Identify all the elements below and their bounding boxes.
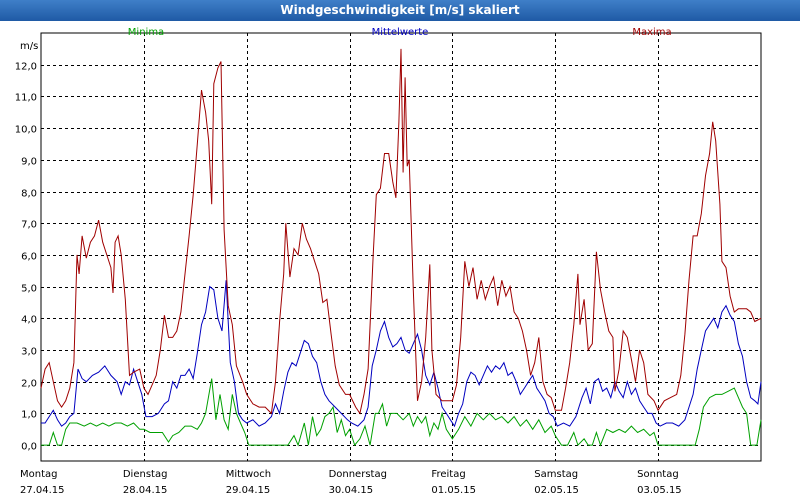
- window-title: Windgeschwindigkeit [m/s] skaliert: [280, 3, 520, 17]
- y-tick-label: 12,0: [15, 62, 37, 73]
- y-tick-label: 6,0: [21, 252, 37, 263]
- y-tick-label: 9,0: [21, 157, 37, 168]
- x-tick-day-label: Mittwoch: [226, 469, 271, 480]
- plot-frame: [40, 32, 762, 462]
- y-tick-label: 7,0: [21, 220, 37, 231]
- y-axis-label: m/s: [20, 41, 38, 52]
- legend-maxima: Maxima: [632, 27, 671, 38]
- y-tick-label: 2,0: [21, 379, 37, 390]
- y-tick-label: 0,0: [21, 442, 37, 453]
- series-line-minima: [41, 378, 762, 447]
- window-title-bar: Windgeschwindigkeit [m/s] skaliert: [0, 0, 800, 21]
- y-tick-label: 5,0: [21, 284, 37, 295]
- wind-speed-chart: 0,0 1,0 2,0 3,0 4,0 5,0 6,0 7,0 8,0 9,0 10,0 11,0 12…: [15, 27, 762, 496]
- legend-mittelwerte: Mittelwerte: [372, 27, 429, 38]
- x-tick-day-label: Dienstag: [123, 469, 168, 480]
- x-tick-date-label: 01.05.15: [431, 485, 476, 496]
- series-line-maxima: [40, 48, 762, 415]
- x-tick-date-label: 29.04.15: [226, 485, 271, 496]
- chart-area: 0,0 1,0 2,0 3,0 4,0 5,0 6,0 7,0 8,0 9,0 10,0 11,0 12…: [0, 21, 800, 500]
- y-tick-label: 11,0: [15, 93, 37, 104]
- x-tick-date-label: 03.05.15: [637, 485, 682, 496]
- x-tick-day-label: Samstag: [534, 469, 578, 480]
- y-tick-label: 3,0: [21, 347, 37, 358]
- x-tick-date-label: 30.04.15: [329, 485, 374, 496]
- x-tick-day-label: Freitag: [431, 469, 465, 480]
- y-tick-label: 10,0: [15, 125, 37, 136]
- y-tick-label: 1,0: [21, 410, 37, 421]
- x-tick-day-label: Donnerstag: [329, 469, 387, 480]
- x-tick-date-label: 28.04.15: [123, 485, 168, 496]
- x-tick-day-label: Montag: [20, 469, 57, 480]
- x-tick-day-label: Sonntag: [637, 469, 679, 480]
- x-tick-date-label: 02.05.15: [534, 485, 579, 496]
- y-tick-label: 8,0: [21, 189, 37, 200]
- x-tick-date-label: 27.04.15: [20, 485, 65, 496]
- series-line-mittelwerte: [41, 280, 762, 428]
- y-tick-label: 4,0: [21, 315, 37, 326]
- legend-minima: Minima: [128, 27, 164, 38]
- chart-window: Windgeschwindigkeit [m/s] skaliert 0,0 1,…: [0, 0, 800, 500]
